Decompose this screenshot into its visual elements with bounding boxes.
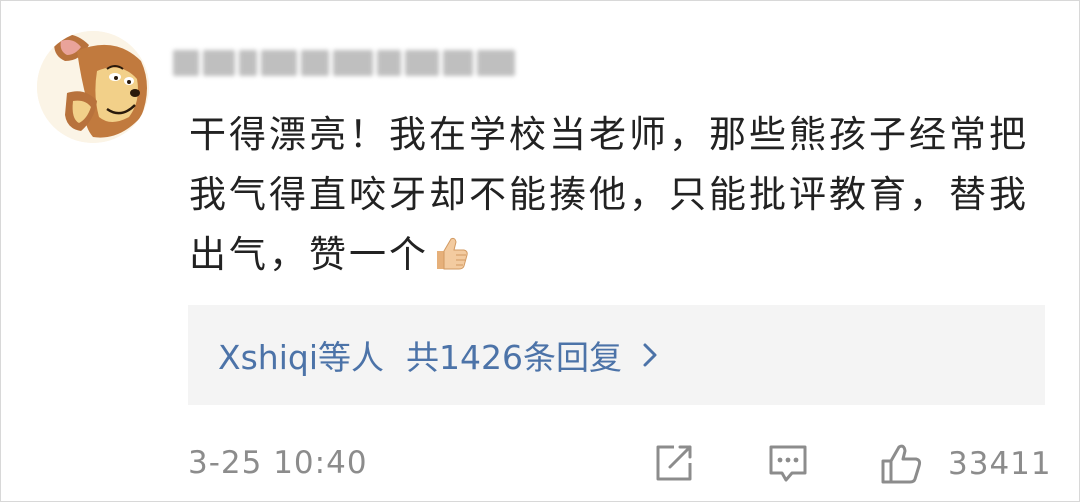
- avatar[interactable]: [37, 31, 149, 143]
- chevron-right-icon: [642, 342, 658, 368]
- like-count: 33411: [948, 446, 1052, 482]
- comment-text: 干得漂亮！我在学校当老师，那些熊孩子经常把我气得直咬牙却不能揍他，只能批评教育，…: [189, 105, 1049, 291]
- avatar-cartoon-mouse-image: [37, 31, 149, 143]
- thumbs-up-emoji-icon: [431, 231, 471, 291]
- comment-timestamp: 3-25 10:40: [188, 445, 368, 481]
- comment-icon: [769, 445, 807, 482]
- replies-count: 共1426条回复: [406, 338, 622, 377]
- reply-button[interactable]: [766, 441, 810, 485]
- comment-card: 干得漂亮！我在学校当老师，那些熊孩子经常把我气得直咬牙却不能揍他，只能批评教育，…: [0, 0, 1080, 502]
- replies-preview-link[interactable]: Xshiqi等人 共1426条回复: [188, 305, 1045, 405]
- comment-footer: 3-25 10:40 33411: [188, 441, 1051, 487]
- share-button[interactable]: [652, 441, 696, 485]
- like-button[interactable]: 33411: [878, 441, 1052, 487]
- username-redacted[interactable]: [173, 45, 515, 81]
- replies-users: Xshiqi等人: [218, 338, 384, 377]
- thumbs-up-icon: [881, 444, 922, 484]
- share-icon: [656, 445, 692, 481]
- comment-body: 干得漂亮！我在学校当老师，那些熊孩子经常把我气得直咬牙却不能揍他，只能批评教育，…: [189, 113, 1029, 276]
